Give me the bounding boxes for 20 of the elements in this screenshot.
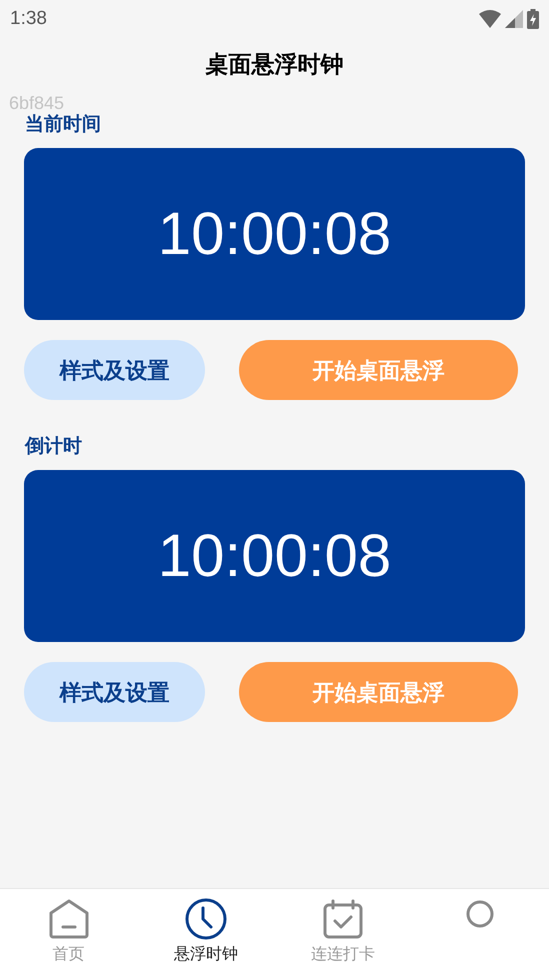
wifi-icon [479, 10, 501, 28]
battery-icon [527, 9, 539, 29]
start-float-button[interactable]: 开始桌面悬浮 [239, 340, 518, 400]
settings-button[interactable]: 样式及设置 [24, 662, 205, 722]
status-time: 1:38 [10, 6, 47, 31]
settings-button[interactable]: 样式及设置 [24, 340, 205, 400]
circle-icon [465, 899, 496, 929]
section-label: 当前时间 [24, 113, 102, 137]
section-label: 倒计时 [24, 435, 83, 459]
nav-tab[interactable]: 悬浮时钟 [137, 889, 274, 976]
nav-tab[interactable]: 连连打卡 [274, 889, 412, 976]
page-title: 桌面悬浮时钟 [206, 50, 344, 79]
start-float-button[interactable]: 开始桌面悬浮 [239, 662, 518, 722]
clock-icon [184, 897, 228, 941]
clock-time: 10:00:08 [158, 521, 392, 591]
clock-time: 10:00:08 [158, 199, 392, 269]
nav-tab[interactable]: 首页 [0, 889, 138, 976]
signal-icon [505, 10, 523, 28]
home-icon [46, 897, 91, 941]
calendar-icon [321, 897, 366, 941]
